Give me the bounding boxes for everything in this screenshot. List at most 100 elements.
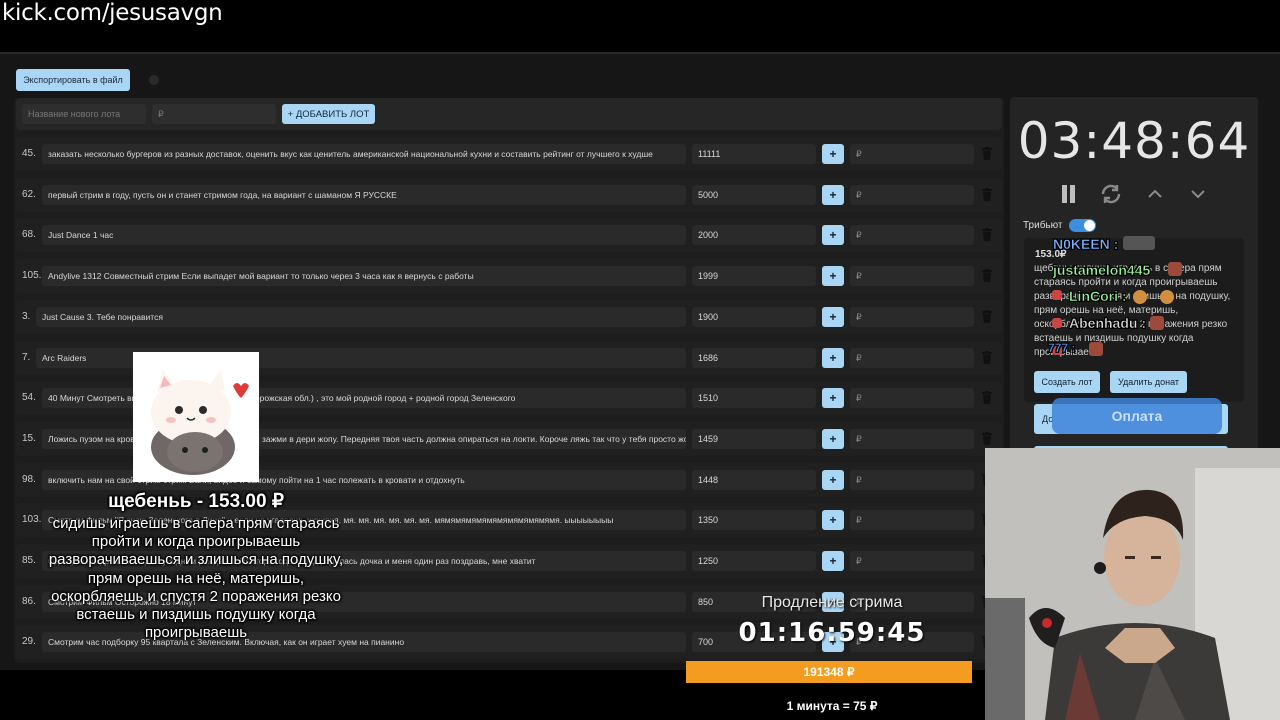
export-status-dot <box>149 75 159 85</box>
chevron-down-icon[interactable] <box>1186 182 1210 206</box>
remove-donation-button[interactable]: Удалить донат <box>1110 371 1187 393</box>
lot-add-amount-button[interactable]: + <box>822 225 844 246</box>
payment-overlay: Оплата <box>1052 398 1222 434</box>
lot-number: 15. <box>22 432 36 444</box>
lot-amount-input[interactable]: 5000 <box>692 184 816 205</box>
lot-amount-input[interactable]: 1250 <box>692 551 816 571</box>
lot-add-amount-button[interactable]: + <box>822 184 844 205</box>
tribute-label: Трибьют <box>1023 220 1063 231</box>
webcam-feed <box>985 448 1280 720</box>
lot-amount-input[interactable]: 2000 <box>692 225 816 246</box>
lot-row: 3. Just Cause 3. Тебе понравится 1900 + ₽ <box>16 299 1002 334</box>
lot-number: 98. <box>22 473 36 485</box>
lot-add-amount-button[interactable]: + <box>822 428 844 449</box>
lot-amount-input[interactable]: 1510 <box>692 388 816 409</box>
new-lot-name-input[interactable]: Название нового лота <box>22 104 146 124</box>
lot-amount-input[interactable]: 1350 <box>692 510 816 531</box>
lot-number: 45. <box>22 148 36 159</box>
trash-icon[interactable] <box>982 228 992 242</box>
lot-add-amount-input[interactable]: ₽ <box>850 469 974 490</box>
chat-user-5: 777 : <box>1048 341 1076 355</box>
lot-number: 7. <box>22 351 31 363</box>
emote-icon <box>1133 290 1147 304</box>
lot-row: 105. Andylive 1312 Совместный стрим Если … <box>16 259 1002 294</box>
lot-add-amount-input[interactable]: ₽ <box>850 428 974 449</box>
lot-number: 62. <box>22 188 36 200</box>
tribute-toggle[interactable] <box>1069 219 1096 232</box>
extension-label: Продление стрима <box>761 594 903 611</box>
lot-add-amount-button[interactable]: + <box>822 510 844 531</box>
chevron-up-icon[interactable] <box>1143 182 1167 206</box>
lot-name-input[interactable]: Just Dance 1 час <box>42 225 686 246</box>
extension-total-bar: 191348 ₽ <box>686 661 972 683</box>
lot-add-amount-input[interactable]: ₽ <box>850 388 974 409</box>
lot-add-amount-input[interactable]: ₽ <box>850 266 974 287</box>
lot-amount-input[interactable]: 1459 <box>692 428 816 449</box>
lot-row: 62. первый стрим в году, пусть он и стане… <box>16 177 1002 212</box>
trash-icon[interactable] <box>982 269 992 283</box>
lot-add-amount-button[interactable]: + <box>822 266 844 287</box>
new-lot-amount-input[interactable]: ₽ <box>152 104 276 124</box>
alert-title: щебеньь - 153.00 ₽ <box>108 491 284 512</box>
emote-icon <box>1052 318 1062 328</box>
lot-number: 54. <box>22 392 36 404</box>
lot-name-input[interactable]: Andylive 1312 Совместный стрим Если выпа… <box>42 266 686 287</box>
lot-add-amount-button[interactable]: + <box>822 551 844 571</box>
lot-row: 45. заказать несколько бургеров из разных… <box>16 137 1002 171</box>
lot-amount-input[interactable]: 1448 <box>692 469 816 490</box>
add-lot-button[interactable]: + ДОБАВИТЬ ЛОТ <box>282 104 375 124</box>
lot-add-amount-button[interactable]: + <box>822 144 844 164</box>
chat-user-2: justamelon445 <box>1053 262 1151 278</box>
trash-icon[interactable] <box>982 309 992 323</box>
trash-icon[interactable] <box>982 431 992 445</box>
stream-screen: kick.com/jesusavgn Экспортировать в файл… <box>0 0 1280 720</box>
lot-number: 103. <box>22 514 42 526</box>
reset-icon[interactable] <box>1099 182 1123 206</box>
emote-icon <box>1160 290 1174 304</box>
pause-icon[interactable] <box>1057 182 1081 206</box>
lot-number: 3. <box>22 310 31 322</box>
emote-icon <box>1089 342 1103 356</box>
trash-icon[interactable] <box>982 147 992 160</box>
lot-add-amount-button[interactable]: + <box>822 347 844 368</box>
lot-number: 105. <box>22 270 42 282</box>
auction-timer: 03:48:64 <box>1017 112 1251 170</box>
lot-add-amount-button[interactable]: + <box>822 469 844 490</box>
lot-add-amount-input[interactable]: ₽ <box>850 510 974 531</box>
extension-timer: 01:16:59:45 <box>738 618 926 648</box>
chat-user-3: LinCori : <box>1069 288 1127 304</box>
trash-icon[interactable] <box>982 391 992 405</box>
lot-number: 85. <box>22 555 36 566</box>
lot-add-amount-input[interactable]: ₽ <box>850 551 974 571</box>
lot-amount-input[interactable]: 11111 <box>692 144 816 164</box>
chat-user-4: Abenhadu : <box>1069 315 1146 331</box>
lot-amount-input[interactable]: 1999 <box>692 266 816 287</box>
stream-url: kick.com/jesusavgn <box>2 0 223 26</box>
lot-name-input[interactable]: Just Cause 3. Тебе понравится <box>36 306 686 327</box>
emote-icon <box>1150 316 1164 330</box>
lot-add-amount-input[interactable]: ₽ <box>850 225 974 246</box>
lot-number: 29. <box>22 636 36 648</box>
extension-rate: 1 минута = 75 ₽ <box>786 699 878 713</box>
export-button[interactable]: Экспортировать в файл <box>16 69 130 91</box>
emote-icon <box>1052 290 1062 300</box>
lot-add-amount-input[interactable]: ₽ <box>850 184 974 205</box>
lot-number: 68. <box>22 229 36 241</box>
cat-sticker-image <box>133 352 259 482</box>
lot-amount-input[interactable]: 1900 <box>692 306 816 327</box>
create-lot-button[interactable]: Создать лот <box>1034 371 1100 393</box>
emote-icon <box>1168 262 1182 276</box>
lot-amount-input[interactable]: 1686 <box>692 347 816 368</box>
lot-add-amount-button[interactable]: + <box>822 306 844 327</box>
alert-message: сидишь играешь в сапера прям стараясь пр… <box>48 515 344 642</box>
lot-name-input[interactable]: первый стрим в году, пусть он и станет с… <box>42 184 686 205</box>
trash-icon[interactable] <box>982 187 992 201</box>
lot-add-amount-button[interactable]: + <box>822 388 844 409</box>
lot-add-amount-input[interactable]: ₽ <box>850 144 974 164</box>
lot-row: 68. Just Dance 1 час 2000 + ₽ <box>16 218 1002 253</box>
chat-user-1: N0KEEN : <box>1053 236 1119 252</box>
lot-add-amount-input[interactable]: ₽ <box>850 306 974 327</box>
lot-name-input[interactable]: заказать несколько бургеров из разных до… <box>42 144 686 164</box>
lot-add-amount-input[interactable]: ₽ <box>850 347 974 368</box>
trash-icon[interactable] <box>982 350 992 364</box>
